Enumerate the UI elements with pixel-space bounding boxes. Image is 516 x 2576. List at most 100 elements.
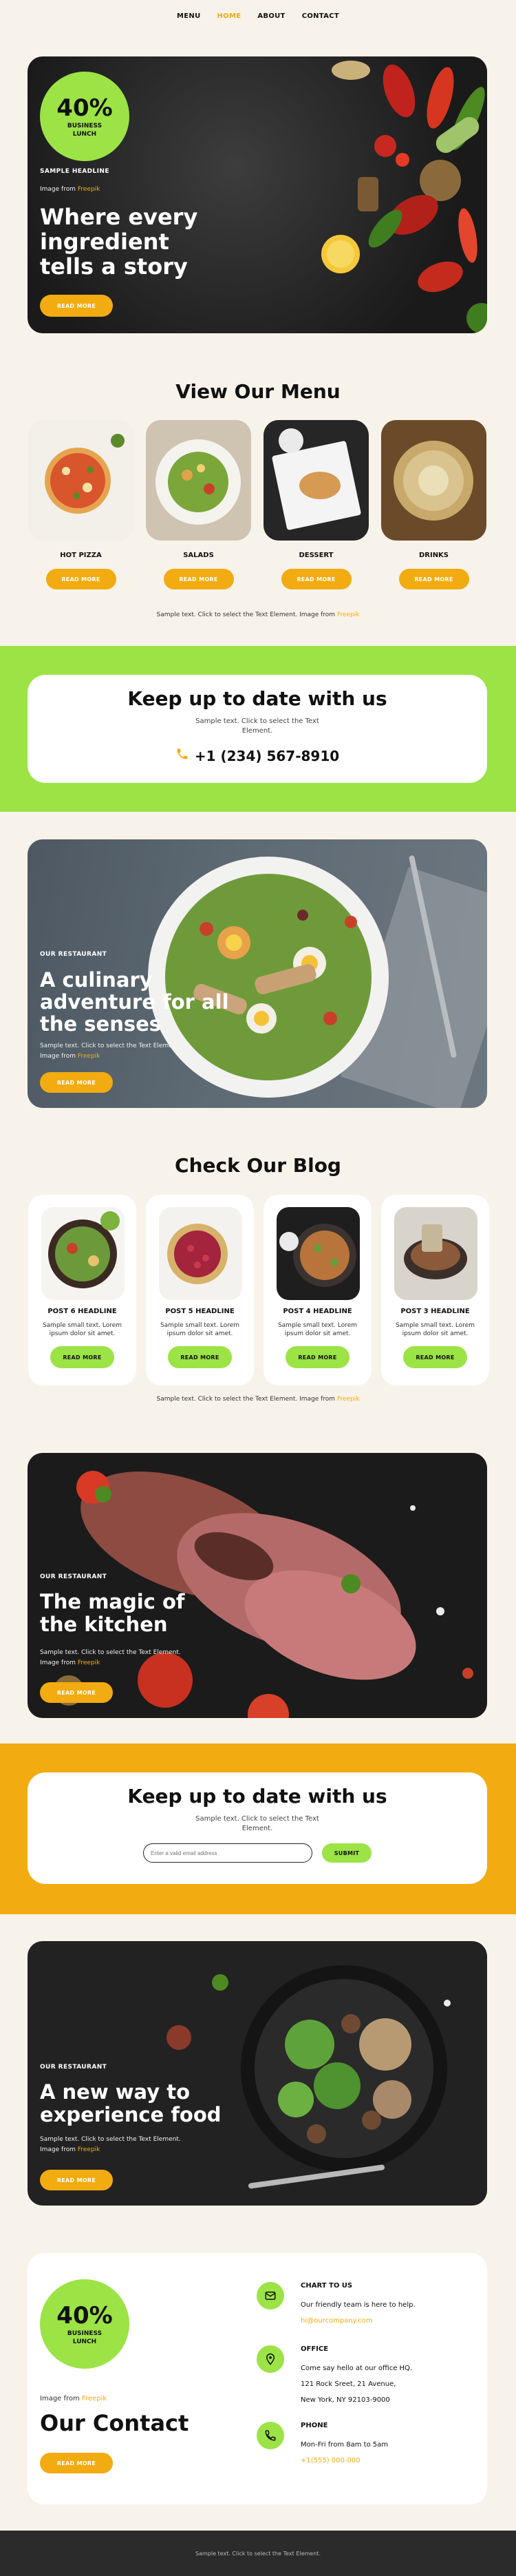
post-5-read-more-button[interactable]: READ MORE bbox=[168, 1346, 232, 1368]
newsletter-phone-text: Sample text. Click to select the Text El… bbox=[28, 717, 487, 736]
dessert-read-more-button[interactable]: READ MORE bbox=[281, 569, 352, 589]
post-6-read-more-button[interactable]: READ MORE bbox=[50, 1346, 114, 1368]
bowl-read-more-button[interactable]: READ MORE bbox=[40, 2170, 113, 2190]
contact-title: Our Contact bbox=[40, 2410, 189, 2436]
post-headline: POST 5 HEADLINE bbox=[165, 1308, 235, 1315]
phone-number-link[interactable]: +1(555) 000-000 bbox=[301, 2453, 388, 2469]
post-excerpt: Sample small text. Lorem ipsum dolor sit… bbox=[277, 1322, 358, 1337]
salad-credit-text: Image from bbox=[40, 1053, 76, 1060]
salads-read-more-button[interactable]: READ MORE bbox=[163, 569, 234, 589]
steak-title-line-2: the kitchen bbox=[40, 1613, 168, 1636]
salad-banner: OUR RESTAURANT A culinary adventure for … bbox=[28, 839, 487, 1108]
nav-home[interactable]: HOME bbox=[217, 12, 241, 20]
contact-card: 40% BUSINESS LUNCH Image from Freepik Ou… bbox=[28, 2253, 487, 2504]
hero-banner: 40% BUSINESS LUNCH SAMPLE HEADLINE Image… bbox=[28, 56, 487, 333]
salad-text: Sample text. Click to select the Text El… bbox=[40, 1043, 181, 1049]
footer-text: Sample text. Click to select the Text El… bbox=[195, 2550, 321, 2557]
office-line-2: 121 Rock Sreet, 21 Avenue, bbox=[301, 2380, 396, 2388]
office-heading: OFFICE bbox=[301, 2345, 329, 2353]
menu-item-dessert: DESSERT READ MORE bbox=[264, 420, 369, 589]
phone-hours: Mon-Fri from 8am to 5am bbox=[301, 2441, 389, 2449]
pizza-illustration bbox=[45, 434, 125, 514]
blog-freepik-link[interactable]: Freepik bbox=[337, 1396, 360, 1403]
menu-freepik-link[interactable]: Freepik bbox=[337, 611, 360, 618]
menu-item-salads: SALADS READ MORE bbox=[146, 420, 251, 589]
newsletter-phone-text-line-1: Sample text. Click to select the Text bbox=[195, 718, 319, 725]
blog-card-post-4: POST 4 HEADLINE Sample small text. Lorem… bbox=[264, 1195, 372, 1385]
bowl-title: A new way to experience food bbox=[40, 2081, 222, 2126]
post-3-read-more-button[interactable]: READ MORE bbox=[403, 1346, 467, 1368]
blog-card-post-6: POST 6 HEADLINE Sample small text. Lorem… bbox=[28, 1195, 136, 1385]
post-5-image bbox=[159, 1207, 242, 1300]
badge-label-2: LUNCH bbox=[72, 131, 97, 138]
steak-freepik-link[interactable]: Freepik bbox=[78, 1659, 100, 1666]
newsletter-email-card: Keep up to date with us Sample text. Cli… bbox=[28, 1772, 487, 1884]
submit-button[interactable]: SUBMIT bbox=[322, 1843, 372, 1863]
phone-details: Mon-Fri from 8am to 5am +1(555) 000-000 bbox=[301, 2437, 388, 2469]
contact-freepik-link[interactable]: Freepik bbox=[82, 2395, 107, 2402]
post-excerpt: Sample small text. Lorem ipsum dolor sit… bbox=[42, 1322, 122, 1337]
steak-credit: Image from Freepik bbox=[40, 1659, 100, 1666]
salad-eyebrow: OUR RESTAURANT bbox=[40, 951, 107, 958]
newsletter-email-title: Keep up to date with us bbox=[127, 1785, 387, 1808]
office-line-3: New York, NY 92103-9000 bbox=[301, 2396, 390, 2404]
menu-item-label: DRINKS bbox=[418, 552, 449, 559]
blog-title: Check Our Blog bbox=[175, 1154, 341, 1177]
nav-contact[interactable]: CONTACT bbox=[302, 12, 339, 20]
post-3-illustration bbox=[404, 1224, 467, 1279]
bowl-banner: OUR RESTAURANT A new way to experience f… bbox=[28, 1941, 487, 2206]
bowl-title-line-2: experience food bbox=[40, 2103, 222, 2126]
office-details: Come say hello at our office HQ. 121 Roc… bbox=[301, 2360, 412, 2408]
newsletter-phone-card: Keep up to date with us Sample text. Cli… bbox=[28, 675, 487, 783]
contact-read-more-button[interactable]: READ MORE bbox=[40, 2453, 113, 2473]
contact-badge-percent: 40% bbox=[56, 2302, 113, 2329]
pizza-image bbox=[28, 420, 133, 541]
phone-number[interactable]: +1 (234) 567-8910 bbox=[195, 748, 339, 764]
nav-menu[interactable]: MENU bbox=[177, 12, 200, 20]
email-form: SUBMIT bbox=[28, 1843, 487, 1863]
phone-line: +1 (234) 567-8910 bbox=[28, 747, 487, 764]
salad-read-more-button[interactable]: READ MORE bbox=[40, 1072, 113, 1093]
post-headline: POST 6 HEADLINE bbox=[47, 1308, 117, 1315]
nav-about[interactable]: ABOUT bbox=[257, 12, 285, 20]
hero-credit: Image from Freepik bbox=[40, 186, 100, 193]
email-input[interactable] bbox=[143, 1843, 312, 1863]
contact-badge-label-1: BUSINESS bbox=[67, 2330, 103, 2337]
newsletter-phone-title: Keep up to date with us bbox=[127, 687, 387, 710]
menu-item-label: SALADS bbox=[183, 552, 214, 559]
menu-item-drinks: DRINKS READ MORE bbox=[381, 420, 486, 589]
dessert-illustration bbox=[272, 428, 361, 530]
salad-image bbox=[146, 420, 251, 541]
salad-title-line-3: the senses bbox=[40, 1012, 162, 1036]
newsletter-email-band: Keep up to date with us Sample text. Cli… bbox=[0, 1743, 516, 1914]
pizza-read-more-button[interactable]: READ MORE bbox=[45, 569, 116, 589]
chat-email-link[interactable]: hi@ourcompany.com bbox=[301, 2313, 416, 2329]
post-4-read-more-button[interactable]: READ MORE bbox=[286, 1346, 350, 1368]
hero-freepik-link[interactable]: Freepik bbox=[78, 186, 100, 193]
steak-banner: OUR RESTAURANT The magic of the kitchen … bbox=[28, 1453, 487, 1718]
dessert-image bbox=[264, 420, 369, 541]
bowl-title-line-1: A new way to bbox=[40, 2080, 190, 2104]
salad-freepik-link[interactable]: Freepik bbox=[78, 1053, 100, 1060]
hero-title-line-1: Where every bbox=[40, 204, 198, 230]
newsletter-email-text-line-1: Sample text. Click to select the Text bbox=[195, 1815, 319, 1823]
hero-credit-text: Image from bbox=[40, 186, 76, 193]
bowl-freepik-link[interactable]: Freepik bbox=[78, 2146, 100, 2153]
post-4-image bbox=[277, 1207, 360, 1300]
blog-caption-text: Sample text. Click to select the Text El… bbox=[156, 1396, 336, 1403]
post-4-illustration bbox=[279, 1224, 356, 1287]
post-headline: POST 4 HEADLINE bbox=[283, 1308, 352, 1315]
chat-icon bbox=[257, 2282, 284, 2310]
bowl-credit-text: Image from bbox=[40, 2146, 76, 2153]
post-excerpt: Sample small text. Lorem ipsum dolor sit… bbox=[160, 1322, 240, 1337]
office-line-1: Come say hello at our office HQ. bbox=[301, 2365, 413, 2372]
hero-read-more-button[interactable]: READ MORE bbox=[40, 295, 113, 317]
blog-card-post-3: POST 3 HEADLINE Sample small text. Lorem… bbox=[381, 1195, 489, 1385]
phone-icon bbox=[257, 2422, 284, 2449]
drinks-read-more-button[interactable]: READ MORE bbox=[398, 569, 469, 589]
post-6-image bbox=[41, 1207, 125, 1300]
contact-credit: Image from Freepik bbox=[40, 2395, 107, 2402]
steak-read-more-button[interactable]: READ MORE bbox=[40, 1682, 113, 1703]
post-6-illustration bbox=[48, 1211, 120, 1288]
phone-icon bbox=[175, 747, 189, 764]
